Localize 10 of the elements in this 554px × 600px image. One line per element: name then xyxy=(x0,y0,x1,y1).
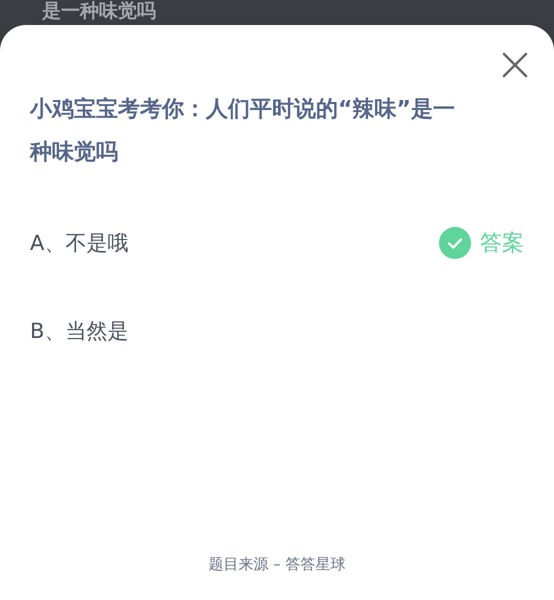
option-label: B、当然是 xyxy=(30,318,128,345)
answer-option[interactable]: A、不是哦 答案 xyxy=(30,220,524,266)
answer-label: 答案 xyxy=(480,230,524,258)
background-question-text: 是一种味觉吗 xyxy=(42,1,156,22)
close-button[interactable] xyxy=(502,52,528,78)
question-text: 小鸡宝宝考考你：人们平时说的“辣味”是一种味觉吗 xyxy=(30,96,456,167)
answer-option[interactable]: B、当然是 xyxy=(30,308,524,354)
option-label: A、不是哦 xyxy=(30,230,128,257)
source-text: 题目来源 – 答答星球 xyxy=(207,555,347,574)
close-icon xyxy=(502,52,528,78)
